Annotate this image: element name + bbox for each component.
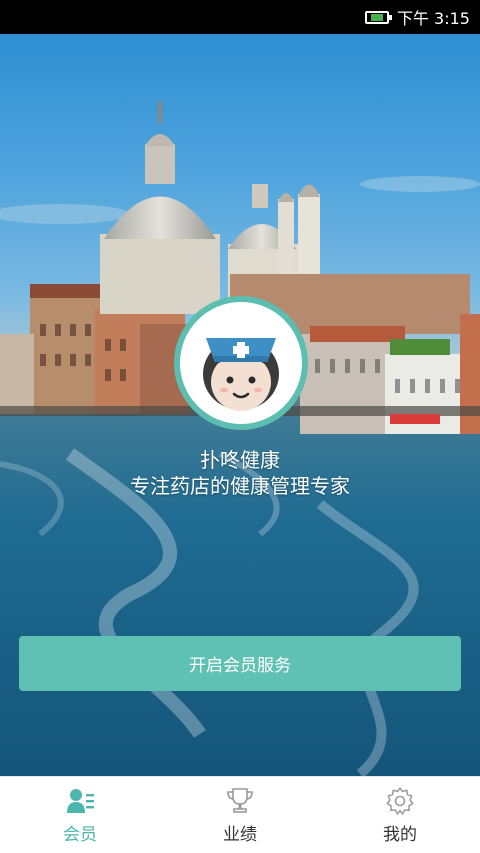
nav-item-mine[interactable]: 我的 bbox=[340, 786, 460, 845]
battery-icon bbox=[364, 10, 392, 24]
bottom-nav: 会员 业绩 我的 bbox=[0, 776, 480, 853]
start-member-service-button[interactable]: 开启会员服务 bbox=[19, 636, 461, 691]
app-title: 扑咚健康 bbox=[200, 448, 280, 472]
nav-item-performance[interactable]: 业绩 bbox=[180, 786, 300, 845]
nav-label-mine: 我的 bbox=[383, 824, 417, 845]
app-tagline: 专注药店的健康管理专家 bbox=[130, 474, 350, 498]
nurse-avatar-icon bbox=[180, 302, 302, 424]
nav-label-performance: 业绩 bbox=[223, 824, 257, 845]
nav-item-member[interactable]: 会员 bbox=[20, 786, 140, 845]
gear-icon bbox=[386, 786, 414, 815]
member-icon bbox=[67, 788, 94, 813]
status-bar: 下午 3:15 bbox=[0, 0, 480, 34]
status-time: 下午 3:15 bbox=[396, 9, 470, 28]
nav-label-member: 会员 bbox=[63, 824, 97, 845]
avatar bbox=[174, 296, 308, 430]
trophy-icon bbox=[227, 787, 253, 813]
